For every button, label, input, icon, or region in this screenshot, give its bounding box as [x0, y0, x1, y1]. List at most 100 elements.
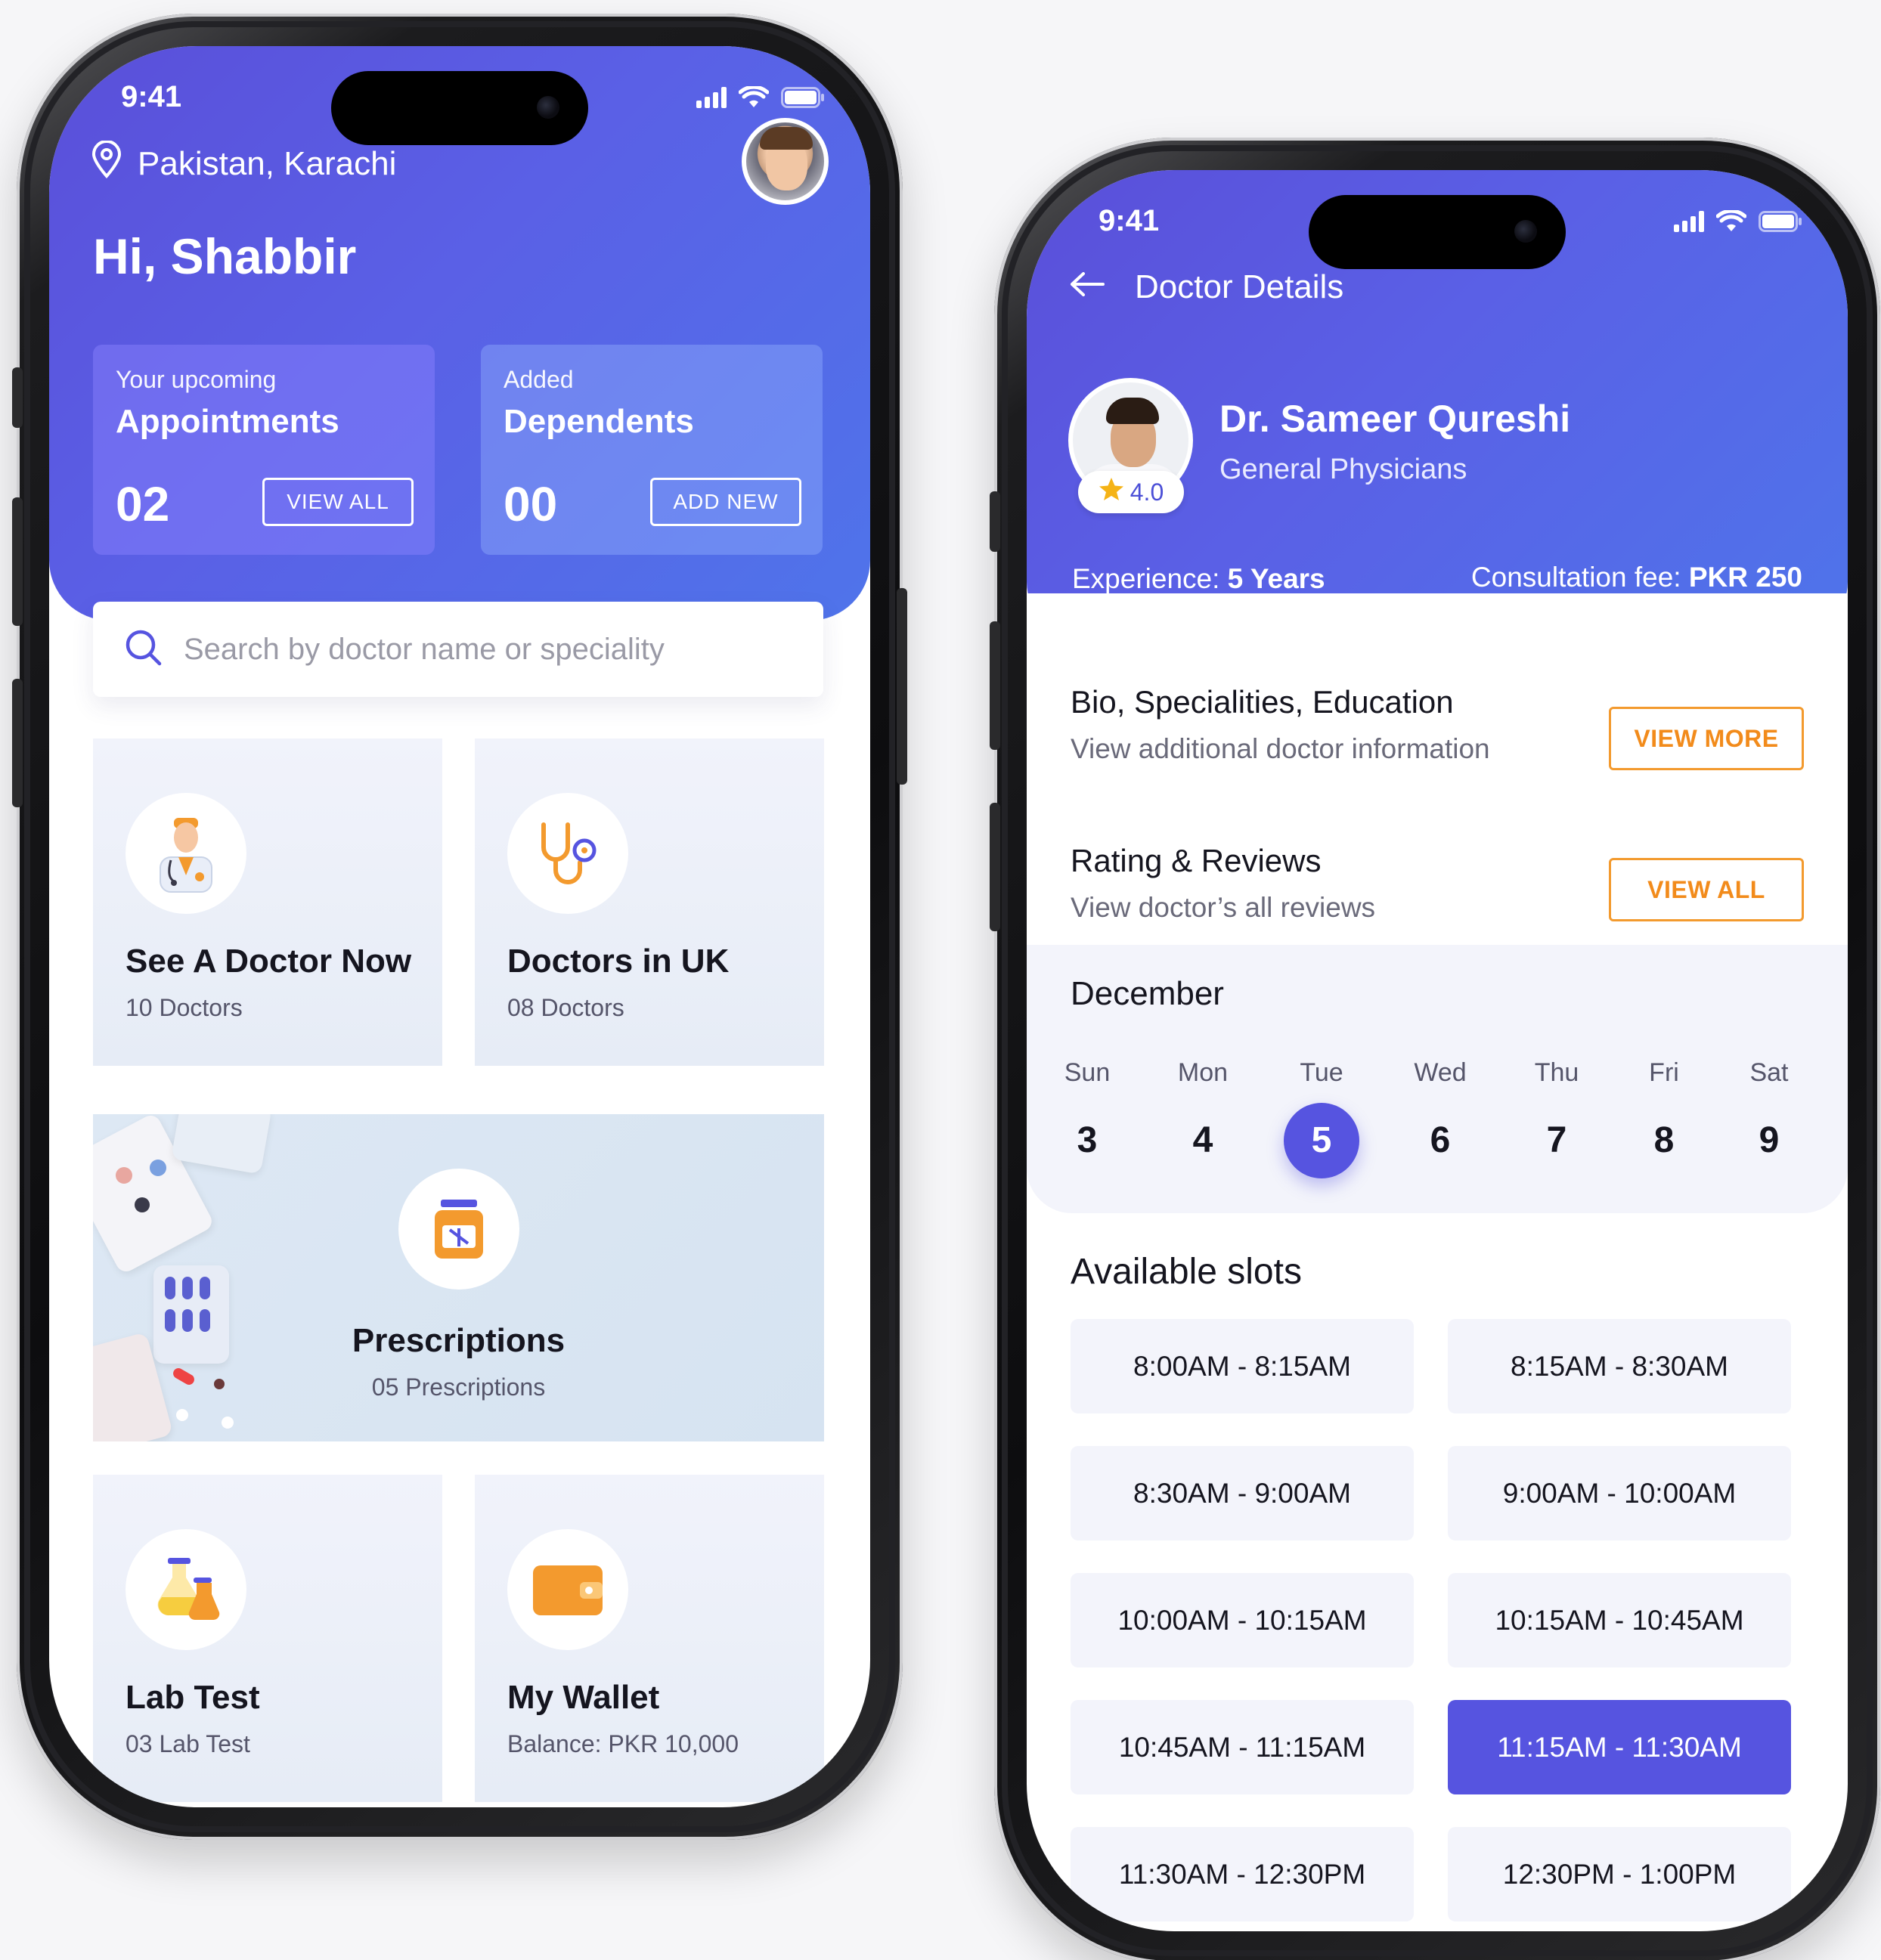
day-date: 8: [1653, 1120, 1675, 1160]
star-icon: [1099, 477, 1124, 507]
day-wed[interactable]: Wed 6: [1402, 1058, 1478, 1178]
top-navigation: Doctor Details: [1068, 268, 1343, 306]
day-sun[interactable]: Sun 3: [1049, 1058, 1125, 1178]
doctor-icon: [126, 793, 246, 914]
day-name: Sun: [1064, 1058, 1111, 1087]
bio-title: Bio, Specialities, Education: [1071, 684, 1454, 720]
tile-title: See A Doctor Now: [126, 943, 412, 980]
tile-prescriptions[interactable]: Prescriptions 05 Prescriptions: [93, 1114, 824, 1441]
tile-subtitle: 08 Doctors: [507, 994, 624, 1021]
tile-title: Doctors in UK: [507, 943, 730, 980]
stethoscope-icon: [507, 793, 628, 914]
dependents-count: 00: [504, 477, 558, 531]
volume-up-button: [990, 621, 1000, 750]
day-sat[interactable]: Sat 9: [1731, 1058, 1807, 1178]
page-title: Doctor Details: [1135, 268, 1344, 305]
time-slot[interactable]: 11:30AM - 12:30PM: [1071, 1827, 1414, 1921]
mute-switch: [990, 491, 1000, 552]
doctor-specialty: General Physicians: [1219, 454, 1467, 485]
battery-icon: [781, 87, 825, 108]
day-date: 7: [1546, 1120, 1567, 1160]
tile-subtitle: Balance: PKR 10,000: [507, 1730, 739, 1757]
rating-value: 4.0: [1130, 478, 1164, 506]
location-selector[interactable]: Pakistan, Karachi: [91, 140, 397, 187]
time-slot[interactable]: 10:00AM - 10:15AM: [1071, 1573, 1414, 1667]
tile-title: Lab Test: [126, 1679, 260, 1716]
cellular-signal-icon: [696, 87, 727, 108]
home-screen: 9:41 Pakistan, Karachi Hi, Shabbir Your: [49, 46, 870, 1807]
doctor-details-screen: 9:41 Doctor Details 4.0 Dr. Sameer Qures…: [1027, 170, 1848, 1931]
volume-down-button: [990, 803, 1000, 931]
wallet-icon: [507, 1529, 628, 1650]
lab-flask-icon: [126, 1529, 246, 1650]
wifi-icon: [739, 86, 769, 109]
tile-my-wallet[interactable]: My Wallet Balance: PKR 10,000: [475, 1475, 824, 1802]
reviews-section: Rating & Reviews View doctor’s all revie…: [1027, 813, 1848, 945]
location-pin-icon: [91, 140, 122, 187]
location-label: Pakistan, Karachi: [138, 144, 397, 182]
appointments-card: Your upcoming Appointments 02 VIEW ALL: [93, 345, 435, 555]
reviews-title: Rating & Reviews: [1071, 843, 1322, 878]
day-date: 6: [1430, 1120, 1451, 1160]
cellular-signal-icon: [1674, 211, 1704, 232]
day-date: 3: [1077, 1120, 1098, 1160]
time-slot[interactable]: 9:00AM - 10:00AM: [1448, 1446, 1791, 1540]
day-mon[interactable]: Mon 4: [1165, 1058, 1241, 1178]
dependents-title: Dependents: [504, 403, 694, 440]
consultation-fee-info: Consultation fee: PKR 250: [1471, 562, 1802, 593]
status-bar: 9:41: [1027, 204, 1848, 249]
day-name: Wed: [1414, 1058, 1467, 1087]
date-picker: December Sun 3 Mon 4 Tue 5 Wed 6 Thu 7 F…: [1027, 945, 1848, 1213]
day-name: Tue: [1300, 1058, 1343, 1087]
dependents-card: Added Dependents 00 ADD NEW: [481, 345, 823, 555]
experience-label: Experience:: [1072, 563, 1220, 594]
tile-subtitle: 03 Lab Test: [126, 1730, 250, 1757]
day-date: 4: [1192, 1120, 1213, 1160]
fee-label: Consultation fee:: [1470, 562, 1681, 593]
day-name: Mon: [1177, 1058, 1229, 1087]
time-slot[interactable]: 12:30PM - 1:00PM: [1448, 1827, 1791, 1921]
calendar-month: December: [1071, 975, 1224, 1012]
volume-down-button: [12, 679, 23, 807]
day-name: Thu: [1534, 1058, 1579, 1087]
day-name: Sat: [1749, 1058, 1789, 1087]
reviews-description: View doctor’s all reviews: [1071, 892, 1376, 923]
user-avatar[interactable]: [742, 118, 829, 205]
time-slot[interactable]: 8:15AM - 8:30AM: [1448, 1319, 1791, 1413]
time-slot[interactable]: 8:00AM - 8:15AM: [1071, 1319, 1414, 1413]
experience-info: Experience: 5 Years: [1072, 563, 1325, 595]
wifi-icon: [1716, 210, 1746, 233]
time-slot-selected[interactable]: 11:15AM - 11:30AM: [1448, 1700, 1791, 1794]
day-fri[interactable]: Fri 8: [1626, 1058, 1702, 1178]
search-icon: [123, 627, 164, 672]
day-tue-selected[interactable]: Tue 5: [1284, 1058, 1359, 1178]
day-date: 5: [1284, 1103, 1359, 1178]
appointments-count: 02: [116, 477, 170, 531]
tile-see-a-doctor[interactable]: See A Doctor Now 10 Doctors: [93, 738, 442, 1066]
view-all-appointments-button[interactable]: VIEW ALL: [262, 478, 414, 526]
tile-subtitle: 10 Doctors: [126, 994, 243, 1021]
add-new-dependent-button[interactable]: ADD NEW: [650, 478, 801, 526]
back-arrow-icon[interactable]: [1068, 268, 1106, 306]
day-thu[interactable]: Thu 7: [1519, 1058, 1594, 1178]
view-more-button[interactable]: VIEW MORE: [1609, 707, 1804, 770]
tile-subtitle: 05 Prescriptions: [371, 1373, 546, 1401]
search-bar[interactable]: [93, 602, 823, 697]
tile-lab-test[interactable]: Lab Test 03 Lab Test: [93, 1475, 442, 1802]
bio-description: View additional doctor information: [1071, 733, 1490, 764]
status-time: 9:41: [121, 80, 182, 113]
greeting-title: Hi, Shabbir: [93, 228, 357, 284]
tile-title: My Wallet: [507, 1679, 660, 1716]
appointments-title: Appointments: [116, 403, 339, 440]
fee-value: PKR 250: [1688, 562, 1802, 593]
bio-card: Bio, Specialities, Education View additi…: [1027, 593, 1848, 813]
status-bar: 9:41: [49, 80, 870, 125]
dependents-caption: Added: [504, 366, 574, 393]
time-slot[interactable]: 10:15AM - 10:45AM: [1448, 1573, 1791, 1667]
time-slot[interactable]: 8:30AM - 9:00AM: [1071, 1446, 1414, 1540]
appointments-caption: Your upcoming: [116, 366, 277, 393]
search-input[interactable]: [184, 632, 773, 667]
time-slot[interactable]: 10:45AM - 11:15AM: [1071, 1700, 1414, 1794]
view-all-reviews-button[interactable]: VIEW ALL: [1609, 858, 1804, 921]
tile-doctors-in-uk[interactable]: Doctors in UK 08 Doctors: [475, 738, 824, 1066]
